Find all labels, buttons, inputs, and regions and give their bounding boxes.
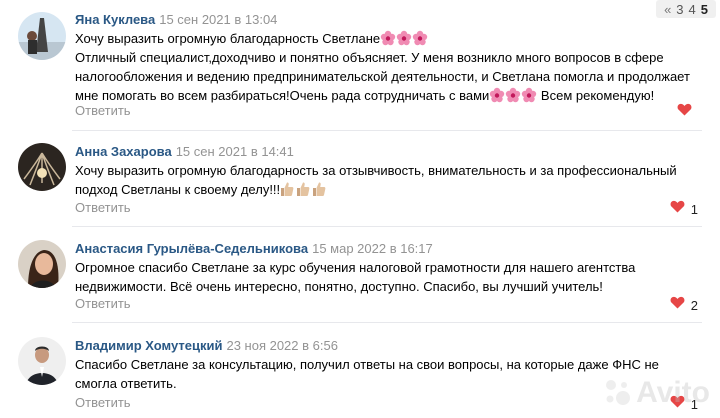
avito-watermark: Avito bbox=[602, 376, 710, 410]
author-name[interactable]: Владимир Хомутецкий bbox=[75, 338, 222, 353]
heart-icon bbox=[677, 103, 692, 121]
pagination-page-active[interactable]: 5 bbox=[701, 2, 708, 17]
avito-logo-icon bbox=[606, 380, 631, 405]
reply-button[interactable]: Ответить bbox=[75, 395, 131, 410]
comment-date[interactable]: 15 сен 2021 в 13:04 bbox=[159, 12, 277, 27]
like-count: 2 bbox=[690, 297, 698, 313]
heart-icon bbox=[670, 200, 685, 218]
comment-date[interactable]: 15 мар 2022 в 16:17 bbox=[312, 241, 433, 256]
author-name[interactable]: Анна Захарова bbox=[75, 144, 172, 159]
avatar[interactable] bbox=[18, 337, 66, 385]
like-button[interactable]: 2 bbox=[670, 296, 698, 314]
comment-meta: Яна Куклева 15 сен 2021 в 13:04 bbox=[75, 12, 277, 28]
comment-text: Хочу выразить огромную благодарность Све… bbox=[75, 29, 695, 105]
watermark-text: Avito bbox=[636, 376, 710, 409]
like-button[interactable] bbox=[677, 103, 698, 121]
reply-button[interactable]: Ответить bbox=[75, 296, 131, 311]
author-name[interactable]: Анастасия Гурылёва-Седельникова bbox=[75, 241, 308, 256]
comment-date[interactable]: 23 ноя 2022 в 6:56 bbox=[226, 338, 337, 353]
avatar[interactable] bbox=[18, 240, 66, 288]
flower-icon bbox=[380, 30, 428, 46]
pagination-page[interactable]: 3 bbox=[676, 2, 683, 17]
comment-meta: Владимир Хомутецкий 23 ноя 2022 в 6:56 bbox=[75, 338, 338, 354]
heart-icon bbox=[670, 296, 685, 314]
reply-button[interactable]: Ответить bbox=[75, 200, 131, 215]
comment-text-line: Хочу выразить огромную благодарность Све… bbox=[75, 31, 381, 46]
pagination-prev[interactable]: « bbox=[664, 2, 671, 17]
reply-button[interactable]: Ответить bbox=[75, 103, 131, 118]
comment-text: Огромное спасибо Светлане за курс обучен… bbox=[75, 260, 636, 294]
pagination-page[interactable]: 4 bbox=[689, 2, 696, 17]
thumbs-up-icon bbox=[280, 182, 328, 197]
like-count: 1 bbox=[690, 201, 698, 217]
comment-meta: Анастасия Гурылёва-Седельникова 15 мар 20… bbox=[75, 241, 433, 257]
comment-date[interactable]: 15 сен 2021 в 14:41 bbox=[176, 144, 294, 159]
comment-text-line: Хочу выразить огромную благодарность за … bbox=[75, 163, 677, 197]
comment-text: Хочу выразить огромную благодарность за … bbox=[75, 161, 695, 199]
author-name[interactable]: Яна Куклева bbox=[75, 12, 155, 27]
pagination: « 3 4 5 bbox=[656, 0, 716, 18]
divider bbox=[72, 130, 702, 131]
avatar[interactable] bbox=[18, 12, 66, 60]
flower-icon bbox=[489, 87, 537, 103]
like-button[interactable]: 1 bbox=[670, 200, 698, 218]
divider bbox=[72, 226, 702, 227]
comment-meta: Анна Захарова 15 сен 2021 в 14:41 bbox=[75, 144, 294, 160]
divider bbox=[72, 322, 702, 323]
comment-text-line: Всем рекомендую! bbox=[537, 88, 655, 103]
avatar[interactable] bbox=[18, 143, 66, 191]
